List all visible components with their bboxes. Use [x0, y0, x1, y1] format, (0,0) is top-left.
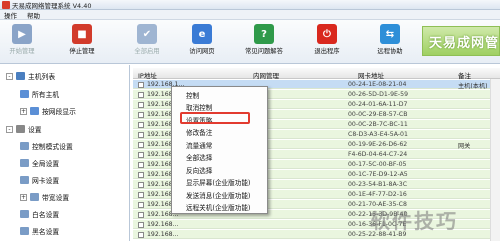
- highlight-box: [180, 112, 250, 124]
- expand-icon[interactable]: +: [20, 193, 27, 201]
- row-checkbox[interactable]: [138, 81, 144, 88]
- row-checkbox[interactable]: [138, 121, 144, 128]
- column-mac[interactable]: 网卡地址: [358, 70, 384, 80]
- brand-logo: 天易成网管: [422, 26, 500, 56]
- row-checkbox[interactable]: [138, 101, 144, 108]
- table-header: IP地址 内网管理 网卡地址 备注: [133, 68, 500, 80]
- row-mac: 00-1C-7E-D9-12-A5: [348, 171, 408, 178]
- help-icon: ?: [254, 24, 274, 44]
- watermark: 软件技巧: [370, 209, 458, 233]
- context-menu: 控制 取消控制 设置策略 修改备注 流量通常 全部选择 反向选择 显示屏幕(企业…: [171, 86, 268, 214]
- column-lan-manage[interactable]: 内网管理: [253, 70, 279, 80]
- remote-icon: ⇆: [380, 24, 400, 44]
- power-icon: ⏻: [317, 24, 337, 44]
- settings-page-icon: [30, 193, 39, 201]
- row-checkbox[interactable]: [138, 91, 144, 98]
- check-icon: ✔: [137, 24, 157, 44]
- settings-page-icon: [20, 210, 29, 218]
- row-checkbox[interactable]: [138, 221, 144, 228]
- app-icon: [2, 0, 10, 9]
- row-checkbox[interactable]: [138, 231, 144, 238]
- row-mac: 00-17-5C-00-BF-05: [348, 161, 407, 168]
- stop-icon: ■: [72, 24, 92, 44]
- browser-icon: e: [192, 24, 212, 44]
- exit-button[interactable]: ⏻ 退出程序: [305, 22, 349, 62]
- menu-item-edit-note[interactable]: 修改备注: [186, 127, 212, 137]
- stop-manage-button[interactable]: ■ 停止管理: [60, 22, 104, 62]
- menu-item-show-screen[interactable]: 显示屏幕(企业版功能): [186, 177, 251, 187]
- tree-control-mode[interactable]: 控制模式设置: [20, 141, 73, 151]
- row-mac: 00-1E-4F-77-D2-16: [348, 191, 407, 198]
- settings-icon: [16, 125, 25, 133]
- tree-all-hosts[interactable]: 所有主机: [20, 89, 59, 99]
- title-bar: 天易成网络管理系统 V4.40: [0, 0, 500, 10]
- menu-item-traffic[interactable]: 流量通常: [186, 140, 212, 150]
- row-mac: C8-D3-A3-E4-5A-01: [348, 131, 408, 138]
- menu-item-control[interactable]: 控制: [186, 90, 199, 100]
- menu-operate[interactable]: 操作: [4, 10, 17, 20]
- toolbar: ▶ 开始管理 ■ 停止管理 ✔ 全部启用 e 访问网页 ? 常见问题解答 ⏻ 退出程序 ⇆ 远…: [0, 20, 500, 64]
- expand-icon[interactable]: +: [20, 107, 27, 115]
- row-mac: 00-24-01-6A-11-D7: [348, 101, 408, 108]
- row-checkbox[interactable]: [138, 211, 144, 218]
- row-checkbox[interactable]: [138, 171, 144, 178]
- collapse-icon[interactable]: -: [6, 125, 13, 133]
- menu-item-cancel-control[interactable]: 取消控制: [186, 102, 212, 112]
- menu-item-send-message[interactable]: 发送消息(企业版功能): [186, 190, 251, 200]
- menu-help[interactable]: 帮助: [27, 10, 40, 20]
- row-checkbox[interactable]: [138, 201, 144, 208]
- tree-blacklist-settings[interactable]: 黑名设置: [20, 226, 59, 236]
- vertical-scrollbar[interactable]: [490, 79, 500, 241]
- tree-by-subnet[interactable]: + 按网段显示: [20, 106, 76, 116]
- row-ip: 192.168...: [147, 221, 179, 228]
- window-title: 天易成网络管理系统 V4.40: [12, 1, 92, 10]
- tree-bandwidth-settings[interactable]: + 带宽设置: [20, 192, 69, 202]
- collapse-icon[interactable]: -: [6, 72, 13, 80]
- row-mac: 00-23-54-B1-8A-3C: [348, 181, 408, 188]
- row-checkbox[interactable]: [138, 181, 144, 188]
- row-mac: 00-0C-2B-7C-BC-11: [348, 121, 408, 128]
- visit-web-button[interactable]: e 访问网页: [180, 22, 224, 62]
- column-ip[interactable]: IP地址: [138, 70, 157, 80]
- tree-settings[interactable]: - 设置: [6, 124, 42, 134]
- folder-icon: [16, 72, 25, 80]
- menu-bar: 操作 帮助: [0, 10, 500, 20]
- row-note: 主机(本机): [458, 83, 488, 90]
- menu-item-remote-shutdown[interactable]: 远程关机(企业版功能): [186, 202, 251, 212]
- tree-host-list[interactable]: - 主机列表: [6, 71, 55, 81]
- row-checkbox[interactable]: [138, 151, 144, 158]
- row-checkbox[interactable]: [138, 191, 144, 198]
- row-checkbox[interactable]: [138, 141, 144, 148]
- menu-item-select-all[interactable]: 全部选择: [186, 152, 212, 162]
- computer-icon: [20, 90, 29, 98]
- tree-nic-settings[interactable]: 网卡设置: [20, 175, 59, 185]
- sidebar-tree: - 主机列表 所有主机 + 按网段显示 - 设置 控制模式设置 全局设置 网卡设置 +…: [0, 65, 130, 241]
- row-note: 网关: [458, 143, 471, 150]
- tree-whitelist-settings[interactable]: 白名设置: [20, 209, 59, 219]
- tree-global-settings[interactable]: 全局设置: [20, 158, 59, 168]
- row-mac: 00-19-9E-26-D6-62: [348, 141, 408, 148]
- row-mac: F4-6D-04-64-C7-24: [348, 151, 408, 158]
- play-icon: ▶: [12, 24, 32, 44]
- settings-page-icon: [20, 159, 29, 167]
- row-checkbox[interactable]: [138, 111, 144, 118]
- faq-button[interactable]: ? 常见问题解答: [242, 22, 286, 62]
- menu-item-invert-select[interactable]: 反向选择: [186, 165, 212, 175]
- row-checkbox[interactable]: [138, 161, 144, 168]
- start-manage-button[interactable]: ▶ 开始管理: [0, 22, 44, 62]
- row-mac: 00-26-5D-D1-9E-59: [348, 91, 409, 98]
- row-ip: 192.168...: [147, 231, 179, 238]
- row-mac: 00-24-1E-08-21-04: [348, 81, 407, 88]
- column-note[interactable]: 备注: [458, 70, 471, 80]
- settings-page-icon: [20, 227, 29, 235]
- settings-page-icon: [20, 176, 29, 184]
- settings-page-icon: [20, 142, 29, 150]
- row-checkbox[interactable]: [138, 131, 144, 138]
- remote-assist-button[interactable]: ⇆ 远程协助: [368, 22, 412, 62]
- enable-all-button[interactable]: ✔ 全部启用: [125, 22, 169, 62]
- row-mac: 00-0C-29-E8-57-CB: [348, 111, 408, 118]
- network-icon: [30, 107, 39, 115]
